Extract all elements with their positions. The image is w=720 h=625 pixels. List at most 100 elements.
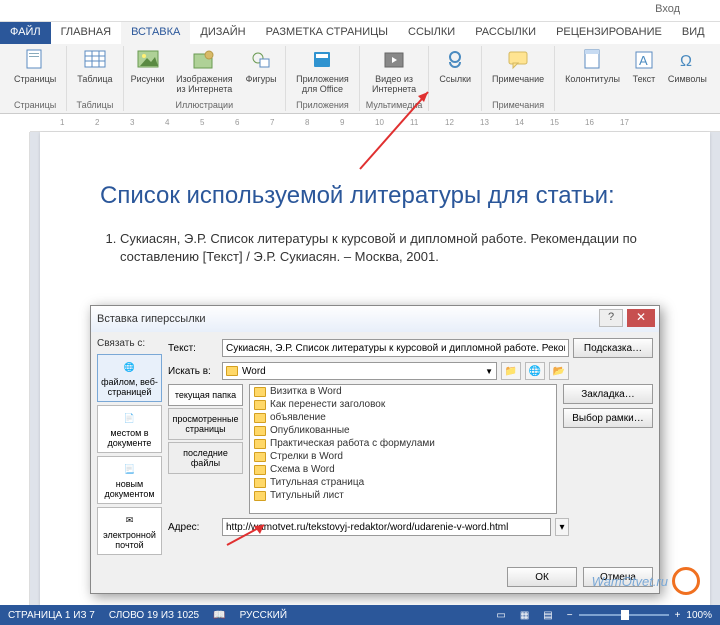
watermark: WamOtvet.ru <box>592 567 700 595</box>
text-input[interactable] <box>222 339 569 357</box>
status-lang[interactable]: РУССКИЙ <box>240 610 287 621</box>
online-pictures-button[interactable]: Изображения из Интернета <box>168 46 242 96</box>
online-video-button[interactable]: Видео из Интернета <box>366 46 423 96</box>
folder-icon <box>254 465 266 475</box>
shapes-button[interactable]: Фигуры <box>243 46 279 86</box>
browse-file-button[interactable]: 📂 <box>549 362 569 380</box>
group-apps: Приложения для Office Приложения <box>286 46 360 111</box>
apps-icon <box>310 48 334 72</box>
status-page[interactable]: СТРАНИЦА 1 ИЗ 7 <box>8 610 95 621</box>
symbols-button[interactable]: ΩСимволы <box>664 46 711 86</box>
ok-button[interactable]: ОК <box>507 567 577 587</box>
view-print-icon[interactable]: ▦ <box>520 610 529 621</box>
links-button[interactable]: Ссылки <box>435 46 475 86</box>
vertical-ruler[interactable] <box>0 132 30 605</box>
address-dropdown[interactable]: ▾ <box>555 518 569 536</box>
svg-text:A: A <box>639 53 648 68</box>
list-item[interactable]: Схема в Word <box>250 463 556 476</box>
search-value[interactable]: Word <box>242 366 481 377</box>
group-header-text-symbols: Колонтитулы AТекст ΩСимволы <box>555 46 717 111</box>
link-to-place[interactable]: 📄местом в документе <box>97 405 162 453</box>
comment-button[interactable]: Примечание <box>488 46 548 86</box>
hyperlink-dialog: Вставка гиперссылки ? ✕ Связать с: 🌐файл… <box>90 305 660 594</box>
link-to-web[interactable]: 🌐файлом, веб-страницей <box>97 354 162 402</box>
hint-button[interactable]: Подсказка… <box>573 338 653 358</box>
view-web-icon[interactable]: ▤ <box>543 610 552 621</box>
folder-icon <box>254 400 266 410</box>
list-item[interactable]: Титульная страница <box>250 476 556 489</box>
dialog-title: Вставка гиперссылки <box>97 313 206 325</box>
browse-tabs: текущая папка просмотренные страницы пос… <box>168 384 243 514</box>
tab-mailings[interactable]: РАССЫЛКИ <box>465 22 546 44</box>
list-item[interactable]: Визитка в Word <box>250 385 556 398</box>
view-read-icon[interactable]: ▭ <box>496 610 505 621</box>
link-to-new[interactable]: 📃новым документом <box>97 456 162 504</box>
tab-references[interactable]: ССЫЛКИ <box>398 22 465 44</box>
list-item[interactable]: объявление <box>250 411 556 424</box>
tab-view[interactable]: ВИД <box>672 22 715 44</box>
apps-button[interactable]: Приложения для Office <box>292 46 353 96</box>
list-item[interactable]: Стрелки в Word <box>250 450 556 463</box>
list-item[interactable]: Опубликованные <box>250 424 556 437</box>
folder-icon <box>254 452 266 462</box>
shapes-icon <box>249 48 273 72</box>
help-button[interactable]: ? <box>599 309 623 327</box>
pictures-button[interactable]: Рисунки <box>130 46 166 86</box>
zoom-value[interactable]: 100% <box>686 610 712 621</box>
picture-icon <box>136 48 160 72</box>
video-icon <box>382 48 406 72</box>
bookmark-button[interactable]: Закладка… <box>563 384 653 404</box>
header-icon <box>581 48 605 72</box>
symbol-icon: Ω <box>675 48 699 72</box>
tab-review[interactable]: РЕЦЕНЗИРОВАНИЕ <box>546 22 672 44</box>
titlebar: Вход <box>0 0 720 22</box>
link-to-email[interactable]: ✉электронной почтой <box>97 507 162 555</box>
pages-button[interactable]: Страницы <box>10 46 60 86</box>
text-button[interactable]: AТекст <box>626 46 662 86</box>
up-folder-button[interactable]: 📁 <box>501 362 521 380</box>
tab-home[interactable]: ГЛАВНАЯ <box>51 22 121 44</box>
horizontal-ruler[interactable]: 1 2 3 4 5 6 7 8 9 10 11 12 13 14 15 16 1… <box>30 114 720 132</box>
zoom-slider-thumb[interactable] <box>621 610 629 620</box>
login-link[interactable]: Вход <box>655 3 680 15</box>
dialog-titlebar[interactable]: Вставка гиперссылки ? ✕ <box>91 306 659 332</box>
link-to-panel: Связать с: 🌐файлом, веб-страницей 📄место… <box>97 338 162 555</box>
headers-button[interactable]: Колонтитулы <box>561 46 624 86</box>
zoom-control[interactable]: − + 100% <box>567 610 712 621</box>
folder-icon <box>226 366 238 376</box>
mail-icon: ✉ <box>122 512 138 528</box>
search-label: Искать в: <box>168 366 218 377</box>
close-button[interactable]: ✕ <box>627 309 655 327</box>
tab-design[interactable]: ДИЗАЙН <box>190 22 255 44</box>
table-button[interactable]: Таблица <box>73 46 116 86</box>
folder-icon <box>254 491 266 501</box>
list-item[interactable]: Практическая работа с формулами <box>250 437 556 450</box>
group-pages: Страницы Страницы <box>4 46 67 111</box>
tab-insert[interactable]: ВСТАВКА <box>121 22 190 44</box>
frame-select-button[interactable]: Выбор рамки… <box>563 408 653 428</box>
file-list[interactable]: Визитка в Word Как перенести заголовок о… <box>249 384 557 514</box>
browse-web-button[interactable]: 🌐 <box>525 362 545 380</box>
doc-icon: 📄 <box>122 410 138 426</box>
tab-file[interactable]: ФАЙЛ <box>0 22 51 44</box>
status-proofing-icon[interactable]: 📖 <box>213 610 225 621</box>
table-icon <box>83 48 107 72</box>
list-item: Сукиасян, Э.Р. Список литературы к курсо… <box>120 230 650 266</box>
group-notes: Примечание Примечания <box>482 46 555 111</box>
address-input[interactable] <box>222 518 551 536</box>
list-item[interactable]: Титульный лист <box>250 489 556 502</box>
comment-icon <box>506 48 530 72</box>
folder-icon <box>254 439 266 449</box>
browse-tab-browsed[interactable]: просмотренные страницы <box>168 408 243 440</box>
status-words[interactable]: СЛОВО 19 ИЗ 1025 <box>109 610 199 621</box>
zoom-in-icon[interactable]: + <box>675 610 681 621</box>
link-icon <box>443 48 467 72</box>
tab-layout[interactable]: РАЗМЕТКА СТРАНИЦЫ <box>256 22 398 44</box>
globe-icon: 🌐 <box>122 359 138 375</box>
browse-tab-recent[interactable]: последние файлы <box>168 442 243 474</box>
zoom-out-icon[interactable]: − <box>567 610 573 621</box>
page-icon <box>23 48 47 72</box>
browse-tab-current[interactable]: текущая папка <box>168 384 243 406</box>
list-item[interactable]: Как перенести заголовок <box>250 398 556 411</box>
folder-icon <box>254 478 266 488</box>
